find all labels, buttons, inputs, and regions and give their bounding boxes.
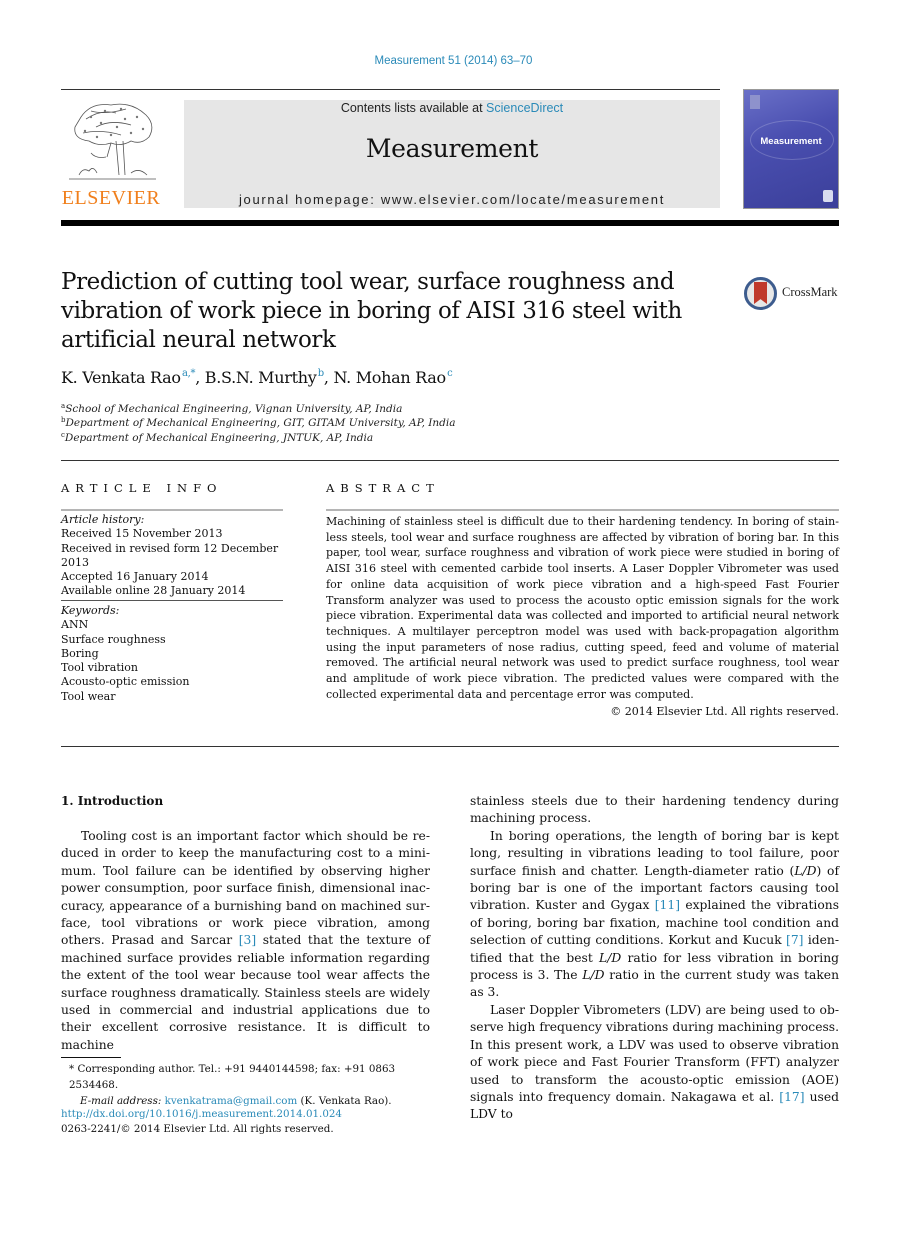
elsevier-logo[interactable]: ELSEVIER (61, 97, 161, 210)
keyword-item: Tool wear (61, 689, 116, 703)
body-column-right: stainless steels due to their hardening … (470, 793, 839, 1124)
journal-reference-link[interactable]: Measurement 51 (2014) 63–70 (0, 55, 907, 67)
author-name: K. Venkata Rao (61, 368, 181, 387)
issn-copyright: 0263-2241/© 2014 Elsevier Ltd. All right… (61, 1123, 334, 1135)
elsevier-tree-icon (69, 103, 156, 180)
history-accepted: Accepted 16 January 2014 (61, 570, 209, 584)
crossmark-label: CrossMark (782, 285, 838, 299)
cover-title: Measurement (760, 136, 822, 147)
affiliation-text: Department of Mechanical Engineering, JN… (64, 432, 374, 444)
keyword-item: Acousto-optic emission (61, 675, 190, 689)
article-info-heading: ARTICLE INFO (61, 481, 223, 495)
keywords-rule (61, 600, 283, 601)
corresponding-text: Corresponding author. Tel.: +91 94401445… (69, 1063, 396, 1091)
citation-link[interactable]: [7] (786, 933, 803, 947)
math-ld: L/D (794, 863, 817, 878)
affiliation-text: Department of Mechanical Engineering, GI… (65, 417, 456, 429)
citation-link[interactable]: [11] (655, 898, 680, 912)
contents-available-line: Contents lists available at ScienceDirec… (184, 101, 720, 115)
affiliation-b: bDepartment of Mechanical Engineering, G… (61, 416, 456, 429)
paragraph-text: In boring operations, the length of bori… (470, 828, 839, 878)
footnote-marker: * (69, 1063, 75, 1075)
email-link[interactable]: kvenkatrama@gmail.com (165, 1095, 298, 1107)
keyword-item: Boring (61, 646, 99, 660)
sciencedirect-link[interactable]: ScienceDirect (486, 101, 563, 115)
cover-badge-icon (823, 190, 833, 202)
paragraph-text: Tooling cost is an important factor whic… (61, 829, 430, 948)
article-history: Article history: Received 15 November 20… (61, 513, 291, 599)
email-label: E-mail address: (80, 1095, 162, 1107)
history-online: Available online 28 January 2014 (61, 584, 246, 598)
journal-title: Measurement (365, 134, 539, 163)
affiliation-c: cDepartment of Mechanical Engineering, J… (61, 431, 373, 444)
header-top-rule (61, 89, 720, 90)
history-revised: Received in revised form 12 December 201… (61, 541, 279, 569)
journal-cover-image[interactable]: Measurement (743, 89, 839, 209)
paragraph: Laser Doppler Vibrometers (LDV) are bein… (470, 1002, 839, 1124)
corresponding-author-note: * Corresponding author. Tel.: +91 944014… (61, 1061, 441, 1093)
author-list: K. Venkata Rao a,*, B.S.N. Murthy b, N. … (61, 368, 453, 387)
email-suffix: (K. Venkata Rao). (297, 1095, 392, 1107)
keyword-item: Tool vibration (61, 661, 138, 675)
keywords-label: Keywords: (61, 604, 120, 617)
contents-prefix: Contents lists available at (340, 101, 487, 115)
journal-header-box: Contents lists available at ScienceDirec… (184, 100, 720, 208)
crossmark-button[interactable]: CrossMark (744, 277, 864, 311)
keyword-item: Surface roughness (61, 632, 166, 646)
paragraph: In boring operations, the length of bori… (470, 828, 839, 1002)
keywords: Keywords: ANN Surface roughness Boring T… (61, 604, 291, 704)
author-affiliation-mark[interactable]: c (447, 368, 453, 379)
paragraph: stainless steels due to their hardening … (470, 794, 839, 826)
elsevier-wordmark: ELSEVIER (61, 187, 161, 209)
math-ld: L/D (599, 950, 622, 965)
header-divider (61, 220, 839, 226)
paragraph-text: Laser Doppler Vibrometers (LDV) are bein… (470, 1002, 839, 1104)
section-heading-introduction: 1. Introduction (61, 794, 164, 808)
author-separator: , (195, 368, 205, 387)
affiliation-text: School of Mechanical Engineering, Vignan… (65, 403, 403, 415)
abstract-heading: ABSTRACT (326, 481, 440, 495)
article-info-rule (61, 509, 283, 511)
footnote-rule (61, 1057, 121, 1058)
paragraph: Tooling cost is an important factor whic… (61, 828, 430, 1054)
body-column-left: Tooling cost is an important factor whic… (61, 828, 430, 1054)
abstract-copyright: © 2014 Elsevier Ltd. All rights reserved… (610, 705, 839, 718)
affiliation-a: aSchool of Mechanical Engineering, Vigna… (61, 402, 402, 415)
abstract-text: Machining of stainless steel is difficul… (326, 515, 839, 701)
citation-link[interactable]: [17] (779, 1090, 804, 1104)
journal-homepage-link[interactable]: journal homepage: www.elsevier.com/locat… (184, 192, 720, 207)
article-history-label: Article history: (61, 513, 145, 526)
paragraph-text: stated that the texture of machined surf… (61, 933, 430, 1052)
footnote: * Corresponding author. Tel.: +91 944014… (61, 1061, 441, 1109)
citation-link[interactable]: [3] (239, 933, 256, 947)
cover-publisher-mark (750, 95, 760, 109)
doi-link[interactable]: http://dx.doi.org/10.1016/j.measurement.… (61, 1107, 342, 1122)
divider (61, 746, 839, 747)
article-title: Prediction of cutting tool wear, surface… (61, 269, 682, 353)
author-affiliation-mark[interactable]: a,* (182, 368, 196, 379)
author-name: B.S.N. Murthy (204, 368, 317, 387)
history-received: Received 15 November 2013 (61, 527, 223, 541)
author-name: N. Mohan Rao (333, 368, 446, 387)
keyword-item: ANN (61, 618, 89, 632)
divider (61, 460, 839, 461)
math-ld: L/D (582, 968, 605, 983)
abstract-rule (326, 509, 839, 511)
